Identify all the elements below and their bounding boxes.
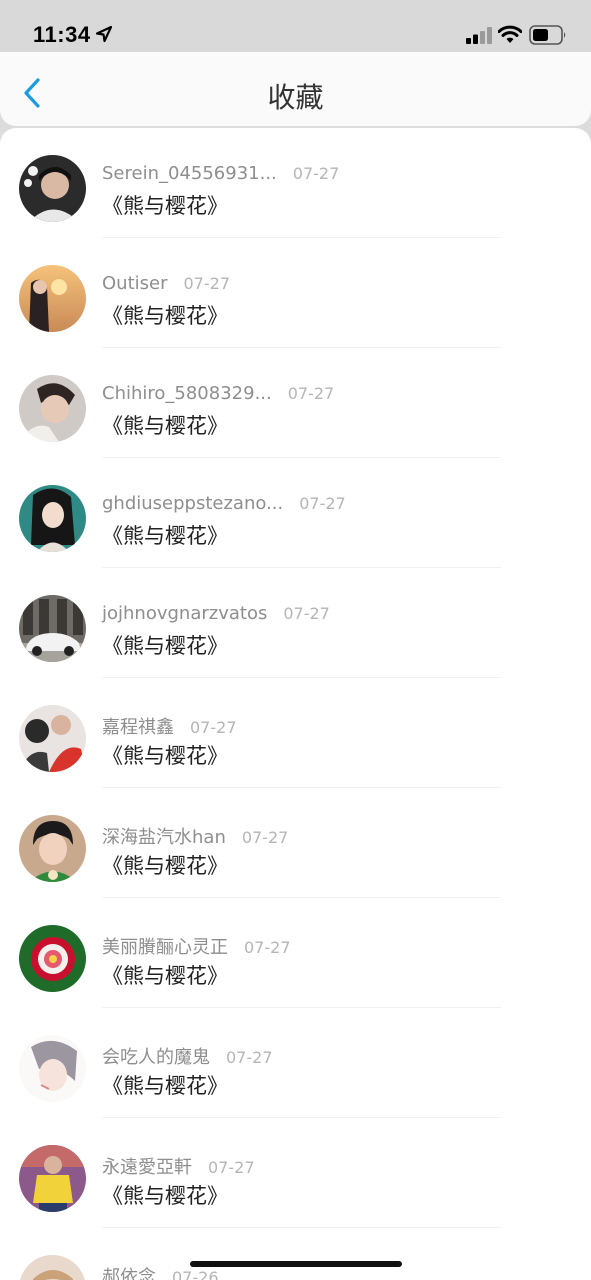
avatar[interactable] [19,1255,86,1280]
avatar[interactable] [19,1145,86,1212]
item-meta: Serein_04556931... 07-27 [102,163,339,184]
user-name[interactable]: 郝依念 [102,1267,156,1280]
item-meta: ghdiuseppstezano... 07-27 [102,493,346,514]
list-item[interactable]: Outiser 07-27 《熊与樱花》 [0,238,591,348]
item-title[interactable]: 《熊与樱花》 [102,1070,228,1100]
list-item[interactable]: Chihiro_5808329... 07-27 《熊与樱花》 [0,348,591,458]
list-item[interactable]: 嘉程祺鑫 07-27 《熊与樱花》 [0,678,591,788]
item-meta: 会吃人的魔鬼 07-27 [102,1043,273,1069]
user-name[interactable]: Outiser [102,273,168,294]
status-bar: 11:34 [0,0,591,52]
list-item[interactable]: ghdiuseppstezano... 07-27 《熊与樱花》 [0,458,591,568]
list-item[interactable]: 会吃人的魔鬼 07-27 《熊与樱花》 [0,1008,591,1118]
item-date: 07-27 [287,384,335,403]
avatar[interactable] [19,705,86,772]
list-item[interactable]: 郝依念 07-26 [0,1228,591,1280]
avatar[interactable] [19,925,86,992]
page-title: 收藏 [267,81,324,114]
user-name[interactable]: 会吃人的魔鬼 [102,1047,210,1068]
avatar[interactable] [19,815,86,882]
item-date: 07-26 [172,1268,219,1280]
item-date: 07-27 [183,274,231,293]
item-meta: 深海盐汽水han 07-27 [102,823,288,849]
avatar[interactable] [19,595,86,662]
item-meta: 美丽賸酾心灵正 07-27 [102,933,291,959]
item-title[interactable]: 《熊与樱花》 [102,1180,228,1210]
favorites-list: Serein_04556931... 07-27 《熊与樱花》 Outiser 07… [0,128,591,1280]
item-title[interactable]: 《熊与樱花》 [102,740,228,770]
item-title[interactable]: 《熊与樱花》 [102,520,228,550]
item-meta: 永遠愛亞軒 07-27 [102,1153,255,1179]
item-title[interactable]: 《熊与樱花》 [102,190,228,220]
location-arrow-icon [95,25,113,43]
home-indicator [190,1261,402,1267]
user-name[interactable]: jojhnovgnarzvatos [102,603,267,624]
wifi-icon [498,25,522,43]
list-item[interactable]: 美丽賸酾心灵正 07-27 《熊与樱花》 [0,898,591,1008]
user-name[interactable]: 深海盐汽水han [102,827,226,848]
item-date: 07-27 [241,828,289,847]
battery-icon [529,25,566,45]
item-title[interactable]: 《熊与樱花》 [102,630,228,660]
list-item[interactable]: 永遠愛亞軒 07-27 《熊与樱花》 [0,1118,591,1228]
avatar[interactable] [19,375,86,442]
item-title[interactable]: 《熊与樱花》 [102,850,228,880]
user-name[interactable]: Serein_04556931... [102,163,277,184]
item-meta: 嘉程祺鑫 07-27 [102,713,237,739]
user-name[interactable]: 美丽賸酾心灵正 [102,937,228,958]
list-item[interactable]: 深海盐汽水han 07-27 《熊与樱花》 [0,788,591,898]
user-name[interactable]: ghdiuseppstezano... [102,493,283,514]
item-date: 07-27 [208,1158,255,1177]
status-time: 11:34 [33,22,91,47]
item-title[interactable]: 《熊与樱花》 [102,300,228,330]
user-name[interactable]: 永遠愛亞軒 [102,1157,192,1178]
cellular-signal-icon [466,27,492,44]
user-name[interactable]: Chihiro_5808329... [102,383,272,404]
navigation-bar: 收藏 [0,52,591,126]
avatar[interactable] [19,485,86,552]
item-date: 07-27 [244,938,291,957]
item-title[interactable]: 《熊与樱花》 [102,960,228,990]
item-meta: Chihiro_5808329... 07-27 [102,383,334,404]
item-meta: Outiser 07-27 [102,273,230,294]
list-item[interactable]: Serein_04556931... 07-27 《熊与樱花》 [0,128,591,238]
item-date: 07-27 [283,604,330,623]
user-name[interactable]: 嘉程祺鑫 [102,717,174,738]
item-meta: jojhnovgnarzvatos 07-27 [102,603,330,624]
item-date: 07-27 [292,164,340,183]
item-date: 07-27 [190,718,237,737]
item-date: 07-27 [226,1048,273,1067]
item-title[interactable]: 《熊与樱花》 [102,410,228,440]
item-date: 07-27 [299,494,346,513]
avatar[interactable] [19,155,86,222]
avatar[interactable] [19,265,86,332]
list-item[interactable]: jojhnovgnarzvatos 07-27 《熊与樱花》 [0,568,591,678]
avatar[interactable] [19,1035,86,1102]
